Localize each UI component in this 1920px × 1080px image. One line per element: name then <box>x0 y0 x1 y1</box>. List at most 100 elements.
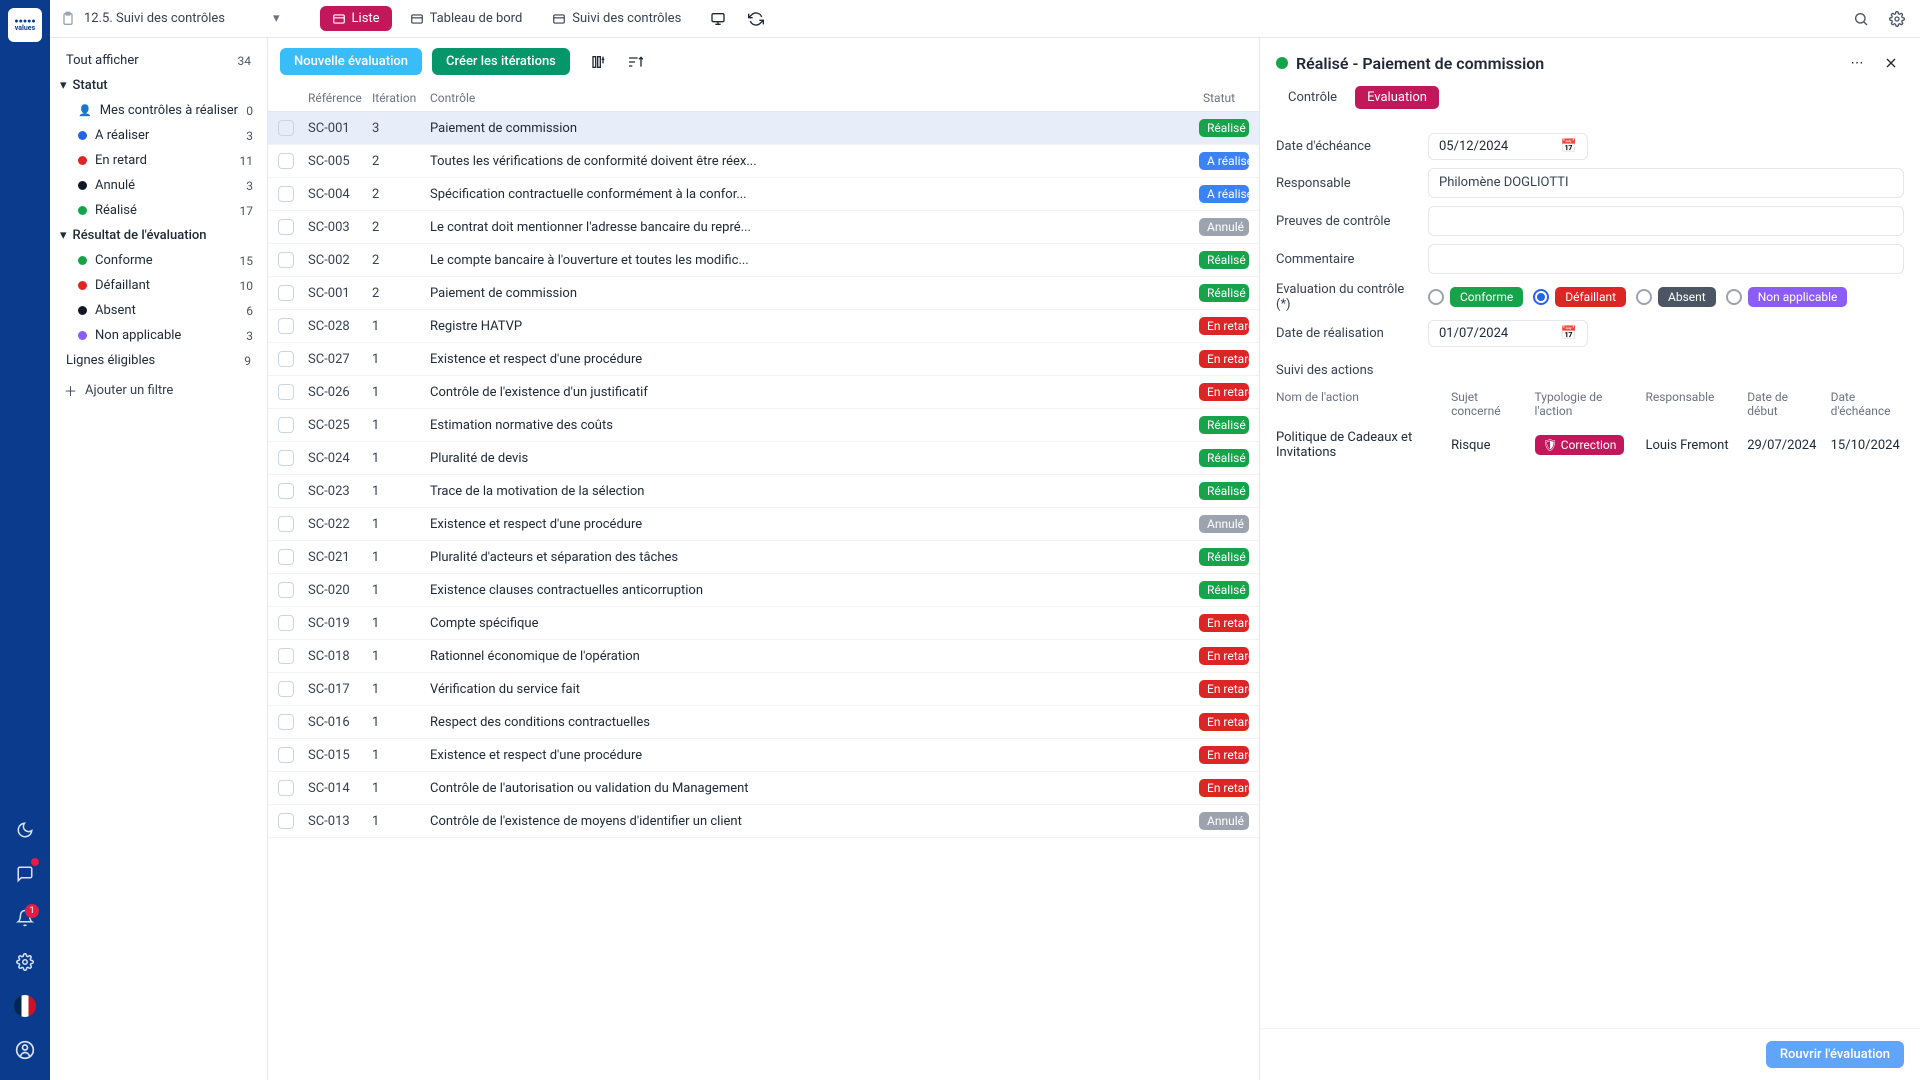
plus-icon: ＋ <box>64 381 77 400</box>
row-checkbox[interactable] <box>278 813 294 829</box>
row-checkbox[interactable] <box>278 747 294 763</box>
row-checkbox[interactable] <box>278 450 294 466</box>
eval-option[interactable]: Défaillant <box>1533 287 1626 307</box>
view-tab[interactable]: Suivi des contrôles <box>540 6 693 31</box>
table-row[interactable]: SC-0022Le compte bancaire à l'ouverture … <box>268 244 1259 277</box>
refresh-icon[interactable] <box>743 6 769 32</box>
row-checkbox[interactable] <box>278 714 294 730</box>
table-row[interactable]: SC-0151Existence et respect d'une procéd… <box>268 739 1259 772</box>
action-row[interactable]: Politique de Cadeaux et InvitationsRisqu… <box>1276 422 1904 468</box>
reopen-evaluation-button[interactable]: Rouvrir l'évaluation <box>1766 1041 1904 1068</box>
sort-icon[interactable] <box>622 49 648 75</box>
filter-group-eval[interactable]: ▾Résultat de l'évaluation <box>56 223 261 248</box>
table-row[interactable]: SC-0013Paiement de commissionRéalisé <box>268 112 1259 145</box>
row-checkbox[interactable] <box>278 582 294 598</box>
user-avatar-icon[interactable] <box>7 1032 43 1068</box>
settings-icon[interactable] <box>7 944 43 980</box>
create-iterations-button[interactable]: Créer les itérations <box>432 48 570 75</box>
detail-tab[interactable]: Contrôle <box>1276 86 1349 109</box>
filter-item[interactable]: Absent6 <box>56 298 261 323</box>
filter-all[interactable]: Tout afficher 34 <box>56 48 261 73</box>
more-icon[interactable]: ⋯ <box>1844 50 1870 76</box>
row-checkbox[interactable] <box>278 384 294 400</box>
proof-input[interactable] <box>1428 206 1904 236</box>
realization-date-input[interactable]: 01/07/2024📅 <box>1428 320 1588 347</box>
row-checkbox[interactable] <box>278 648 294 664</box>
eval-option[interactable]: Conforme <box>1428 287 1523 307</box>
filter-item[interactable]: Défaillant10 <box>56 273 261 298</box>
row-checkbox[interactable] <box>278 681 294 697</box>
row-checkbox[interactable] <box>278 285 294 301</box>
table-row[interactable]: SC-0141Contrôle de l'autorisation ou val… <box>268 772 1259 805</box>
due-date-input[interactable]: 05/12/2024📅 <box>1428 133 1588 160</box>
filter-item[interactable]: Non applicable3 <box>56 323 261 348</box>
language-flag-icon[interactable] <box>7 988 43 1024</box>
row-checkbox[interactable] <box>278 186 294 202</box>
filter-item[interactable]: En retard11 <box>56 148 261 173</box>
row-checkbox[interactable] <box>278 318 294 334</box>
filter-group-status[interactable]: ▾Statut <box>56 73 261 98</box>
row-checkbox[interactable] <box>278 351 294 367</box>
eval-option[interactable]: Absent <box>1636 287 1716 307</box>
table-row[interactable]: SC-0271Existence et respect d'une procéd… <box>268 343 1259 376</box>
table-row[interactable]: SC-0181Rationnel économique de l'opérati… <box>268 640 1259 673</box>
table-row[interactable]: SC-0231Trace de la motivation de la séle… <box>268 475 1259 508</box>
list-panel: Nouvelle évaluation Créer les itérations… <box>268 38 1260 1080</box>
notifications-icon[interactable]: 1 <box>7 900 43 936</box>
row-checkbox[interactable] <box>278 153 294 169</box>
table-row[interactable]: SC-0032Le contrat doit mentionner l'adre… <box>268 211 1259 244</box>
eval-option[interactable]: Non applicable <box>1726 287 1848 307</box>
row-checkbox[interactable] <box>278 516 294 532</box>
row-checkbox[interactable] <box>278 120 294 136</box>
row-checkbox[interactable] <box>278 417 294 433</box>
table-row[interactable]: SC-0251Estimation normative des coûtsRéa… <box>268 409 1259 442</box>
view-tab[interactable]: Liste <box>320 6 392 31</box>
add-filter-button[interactable]: ＋ Ajouter un filtre <box>56 373 261 408</box>
table-row[interactable]: SC-0161Respect des conditions contractue… <box>268 706 1259 739</box>
close-icon[interactable] <box>1878 50 1904 76</box>
table-row[interactable]: SC-0241Pluralité de devisRéalisé <box>268 442 1259 475</box>
filter-item[interactable]: Annulé3 <box>56 173 261 198</box>
columns-icon[interactable] <box>586 49 612 75</box>
table-row[interactable]: SC-0191Compte spécifiqueEn retard <box>268 607 1259 640</box>
chat-icon[interactable] <box>7 856 43 892</box>
table-row[interactable]: SC-0261Contrôle de l'existence d'un just… <box>268 376 1259 409</box>
row-checkbox[interactable] <box>278 483 294 499</box>
status-badge: En retard <box>1199 317 1249 335</box>
table-row[interactable]: SC-0131Contrôle de l'existence de moyens… <box>268 805 1259 838</box>
table-row[interactable]: SC-0052Toutes les vérifications de confo… <box>268 145 1259 178</box>
row-checkbox[interactable] <box>278 615 294 631</box>
row-checkbox[interactable] <box>278 780 294 796</box>
filter-item[interactable]: Conforme15 <box>56 248 261 273</box>
table-row[interactable]: SC-0211Pluralité d'acteurs et séparation… <box>268 541 1259 574</box>
new-evaluation-button[interactable]: Nouvelle évaluation <box>280 48 422 75</box>
theme-toggle-icon[interactable] <box>7 812 43 848</box>
row-checkbox[interactable] <box>278 549 294 565</box>
filter-item[interactable]: Réalisé17 <box>56 198 261 223</box>
table-row[interactable]: SC-0042Spécification contractuelle confo… <box>268 178 1259 211</box>
search-icon[interactable] <box>1848 6 1874 32</box>
responsible-input[interactable]: Philomène DOGLIOTTI <box>1428 168 1904 198</box>
filter-all-count: 34 <box>238 54 252 68</box>
filter-item[interactable]: 👤Mes contrôles à réaliser0 <box>56 98 261 123</box>
row-checkbox[interactable] <box>278 219 294 235</box>
tab-icon <box>410 12 424 26</box>
table-row[interactable]: SC-0012Paiement de commissionRéalisé <box>268 277 1259 310</box>
view-tab[interactable]: Tableau de bord <box>398 6 535 31</box>
filter-item[interactable]: A réaliser3 <box>56 123 261 148</box>
status-dot-icon <box>1276 57 1288 69</box>
table-row[interactable]: SC-0221Existence et respect d'une procéd… <box>268 508 1259 541</box>
status-badge: A réaliser <box>1199 152 1249 170</box>
app-logo[interactable]: ●●●●●values <box>8 8 42 42</box>
present-icon[interactable] <box>705 6 731 32</box>
detail-tab[interactable]: Evaluation <box>1355 86 1439 109</box>
chevron-down-icon[interactable]: ▾ <box>273 11 280 26</box>
filter-eligible[interactable]: Lignes éligibles 9 <box>56 348 261 373</box>
table-row[interactable]: SC-0171Vérification du service faitEn re… <box>268 673 1259 706</box>
table-row[interactable]: SC-0281Registre HATVPEn retard <box>268 310 1259 343</box>
comment-input[interactable] <box>1428 244 1904 274</box>
row-checkbox[interactable] <box>278 252 294 268</box>
breadcrumb[interactable]: 12.5. Suivi des contrôles ▾ <box>60 11 280 27</box>
table-row[interactable]: SC-0201Existence clauses contractuelles … <box>268 574 1259 607</box>
gear-icon[interactable] <box>1884 6 1910 32</box>
